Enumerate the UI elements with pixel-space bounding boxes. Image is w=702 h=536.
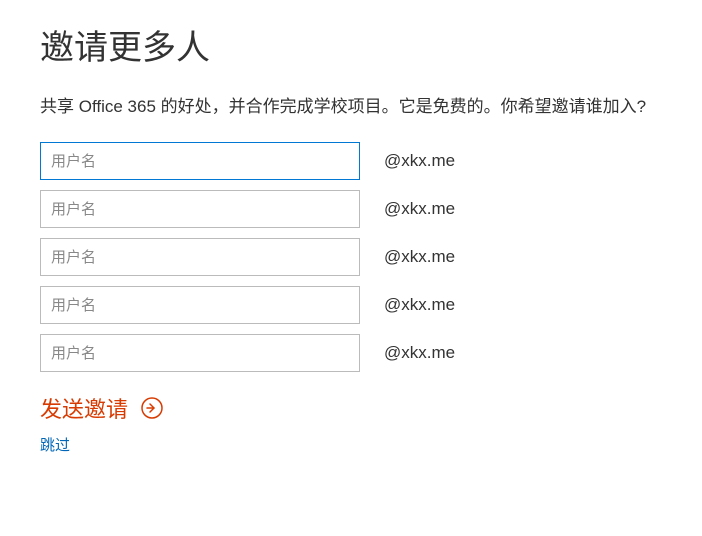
invite-row: @xkx.me	[40, 190, 662, 228]
actions: 发送邀请 跳过	[40, 392, 662, 455]
invite-row: @xkx.me	[40, 142, 662, 180]
username-input[interactable]	[40, 286, 360, 324]
domain-suffix: @xkx.me	[384, 295, 455, 315]
username-input[interactable]	[40, 238, 360, 276]
invite-row: @xkx.me	[40, 334, 662, 372]
domain-suffix: @xkx.me	[384, 199, 455, 219]
invite-row: @xkx.me	[40, 238, 662, 276]
username-input[interactable]	[40, 142, 360, 180]
domain-suffix: @xkx.me	[384, 151, 455, 171]
arrow-right-circle-icon	[140, 396, 164, 420]
invite-form: @xkx.me @xkx.me @xkx.me @xkx.me @xkx.me	[40, 142, 662, 372]
domain-suffix: @xkx.me	[384, 343, 455, 363]
send-invite-label: 发送邀请	[40, 392, 128, 424]
send-invite-button[interactable]: 发送邀请	[40, 392, 164, 424]
username-input[interactable]	[40, 334, 360, 372]
page-description: 共享 Office 365 的好处，并合作完成学校项目。它是免费的。你希望邀请谁…	[40, 93, 662, 120]
page-title: 邀请更多人	[40, 20, 662, 69]
invite-row: @xkx.me	[40, 286, 662, 324]
username-input[interactable]	[40, 190, 360, 228]
domain-suffix: @xkx.me	[384, 247, 455, 267]
skip-link[interactable]: 跳过	[40, 434, 662, 455]
